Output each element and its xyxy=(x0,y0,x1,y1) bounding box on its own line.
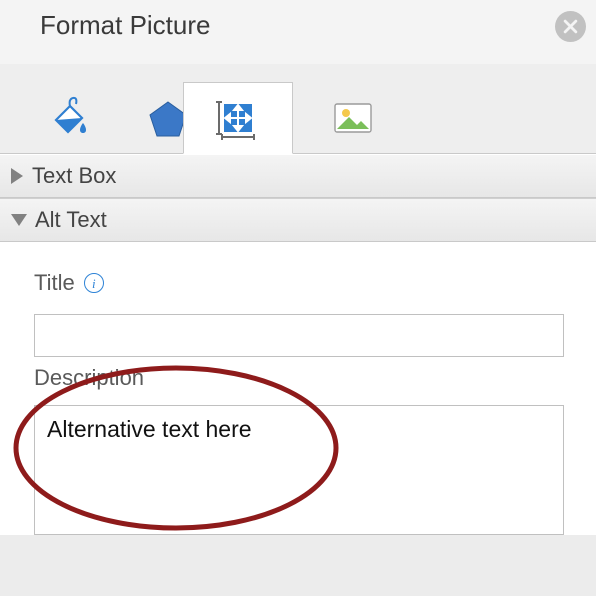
alttext-panel: Title i Description Alternative text her… xyxy=(0,242,596,535)
picture-icon xyxy=(331,96,375,140)
panel-header: Format Picture xyxy=(0,0,596,64)
fill-line-tab[interactable] xyxy=(15,82,120,154)
section-alttext-label: Alt Text xyxy=(35,207,107,233)
size-arrows-icon xyxy=(216,96,260,140)
paint-bucket-icon xyxy=(46,96,90,140)
close-icon xyxy=(563,19,578,34)
chevron-down-icon xyxy=(11,214,27,226)
picture-tab[interactable] xyxy=(300,82,405,154)
size-properties-tab[interactable] xyxy=(183,82,293,154)
section-textbox-header[interactable]: Text Box xyxy=(0,154,596,198)
section-alttext-header[interactable]: Alt Text xyxy=(0,198,596,242)
format-tabs xyxy=(0,64,596,154)
info-icon[interactable]: i xyxy=(84,273,104,293)
alttext-title-input[interactable] xyxy=(34,314,564,357)
alttext-description-label: Description xyxy=(34,365,564,391)
alttext-description-input[interactable]: Alternative text here xyxy=(34,405,564,535)
panel-title: Format Picture xyxy=(40,10,211,41)
close-button[interactable] xyxy=(555,11,586,42)
section-textbox-label: Text Box xyxy=(32,163,116,189)
alttext-title-label: Title xyxy=(34,270,75,296)
chevron-right-icon xyxy=(11,168,23,184)
